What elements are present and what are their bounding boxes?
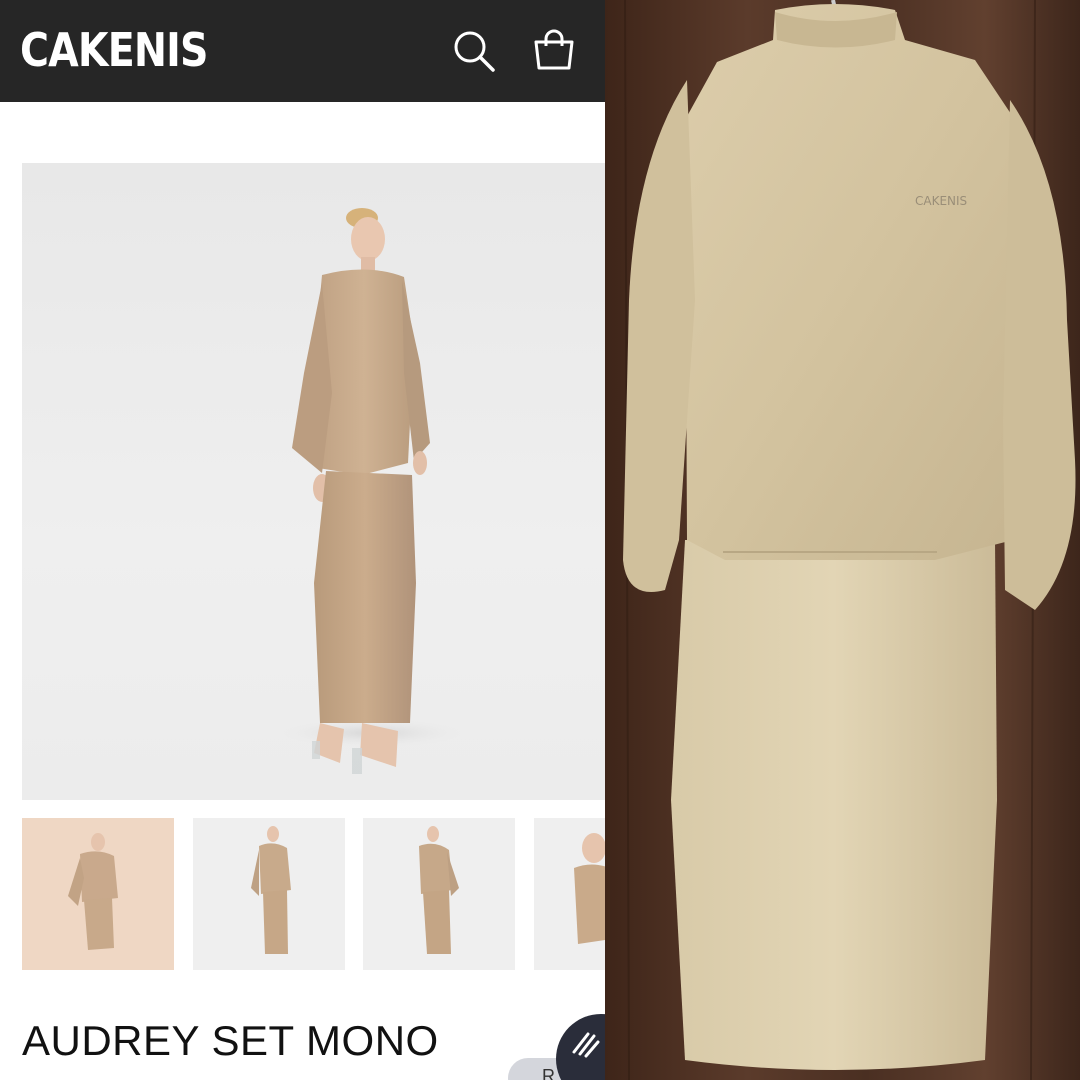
garment-photo: CAKENIS <box>605 0 1080 1080</box>
brand-logo[interactable]: CAKENIS <box>20 22 208 78</box>
thumbnail-1[interactable] <box>22 818 174 970</box>
top-nav-bar: CAKENIS <box>0 0 605 102</box>
chat-icon <box>572 1032 600 1058</box>
thumbnail-strip <box>22 818 605 970</box>
product-title: AUDREY SET MONO <box>22 1017 439 1064</box>
shopping-bag-icon[interactable] <box>531 28 577 74</box>
chat-button[interactable] <box>556 1014 605 1080</box>
thumbnail-2[interactable] <box>193 818 345 970</box>
product-main-image[interactable] <box>22 163 605 800</box>
thumbnail-4[interactable] <box>534 818 605 970</box>
garment-logo-text: CAKENIS <box>915 194 967 208</box>
search-icon[interactable] <box>451 28 497 74</box>
thumbnail-3[interactable] <box>363 818 515 970</box>
shop-screenshot: CAKENIS AUDREY SET MONO R <box>0 0 605 1080</box>
